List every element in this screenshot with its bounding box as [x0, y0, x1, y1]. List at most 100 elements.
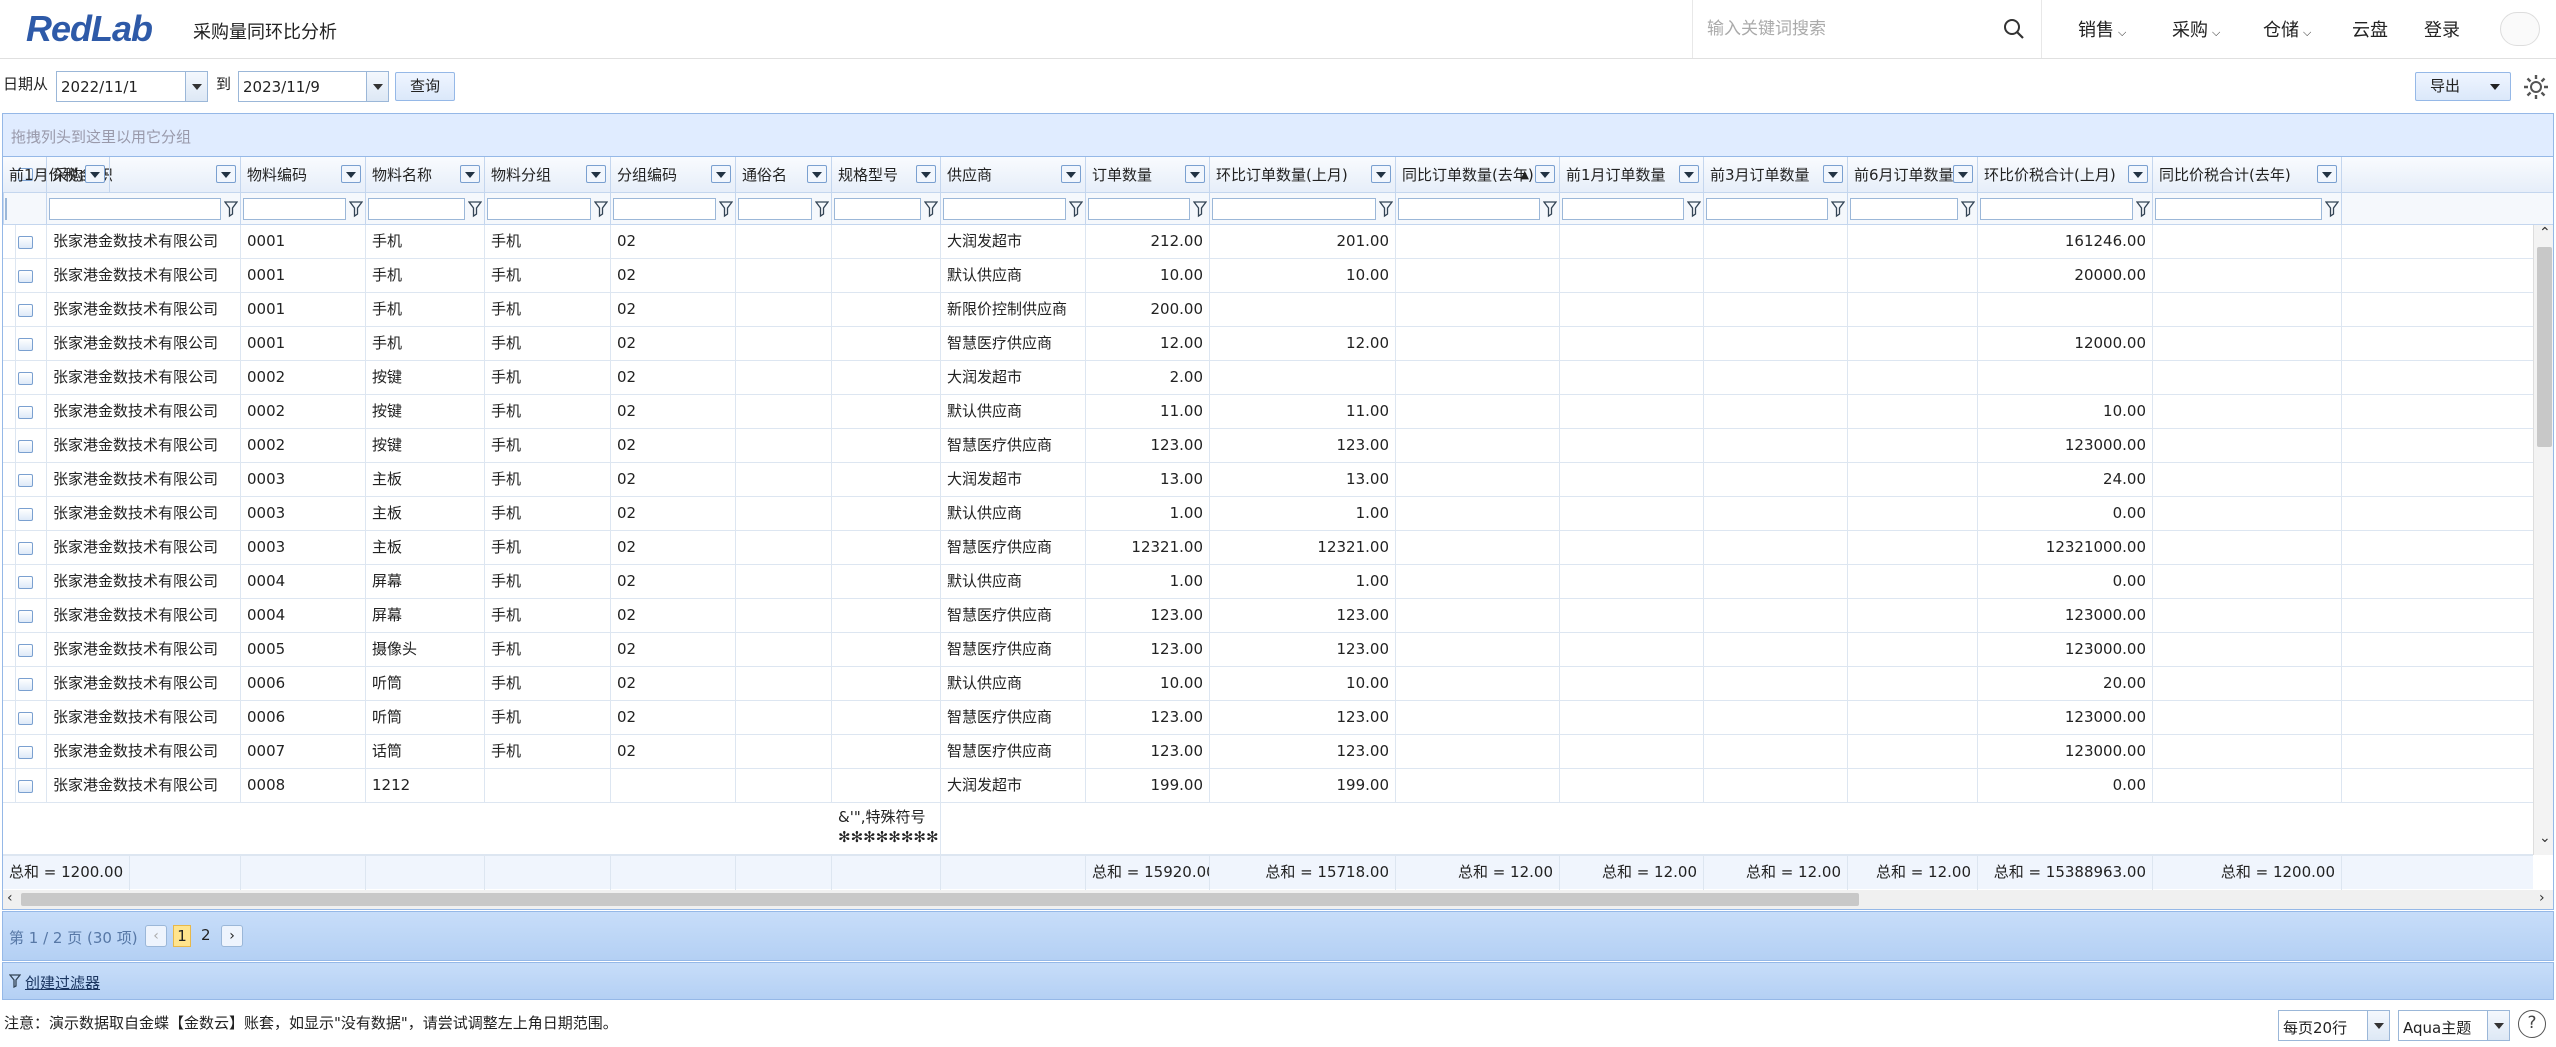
row-checkbox[interactable]	[18, 780, 33, 793]
page-1-button[interactable]: 1	[173, 925, 191, 947]
help-icon[interactable]: ?	[2518, 1010, 2546, 1038]
filter-icon[interactable]	[2136, 200, 2150, 218]
column-filter-input[interactable]	[1562, 198, 1684, 220]
table-row[interactable]: 张家港金数技术有限公司 0006 听筒 手机 02 默认供应商 10.00 10.00 20.0…	[3, 667, 2533, 701]
table-row[interactable]: &'",特殊符号 ✻✻✻✻✻✻✻✻	[3, 803, 2533, 855]
search-icon[interactable]	[2001, 16, 2027, 42]
scroll-up-icon[interactable]: ⌃	[2539, 225, 2551, 241]
vertical-scrollbar[interactable]: ⌃ ⌄	[2533, 225, 2553, 855]
column-menu-button[interactable]	[1679, 165, 1699, 183]
row-checkbox[interactable]	[18, 270, 33, 283]
table-row[interactable]: 张家港金数技术有限公司 0003 主板 手机 02 默认供应商 1.00 1.00 0.00	[3, 497, 2533, 531]
row-checkbox[interactable]	[18, 372, 33, 385]
nav-login[interactable]: 登录	[2424, 16, 2460, 42]
column-header[interactable]: 规格型号	[832, 157, 941, 193]
column-header[interactable]: 环比订单数量(上月)	[1210, 157, 1396, 193]
scroll-right-icon[interactable]: ›	[2539, 890, 2545, 906]
column-menu-button[interactable]	[1535, 165, 1555, 183]
query-button[interactable]: 查询	[395, 72, 455, 101]
scroll-thumb[interactable]	[21, 893, 1859, 906]
column-filter-input[interactable]	[613, 198, 716, 220]
filter-icon[interactable]	[1687, 200, 1701, 218]
filter-icon[interactable]	[224, 200, 238, 218]
filter-icon[interactable]	[594, 200, 608, 218]
column-menu-button[interactable]	[711, 165, 731, 183]
filter-icon[interactable]	[1831, 200, 1845, 218]
chevron-down-icon[interactable]	[2367, 1011, 2389, 1040]
table-row[interactable]: 张家港金数技术有限公司 0003 主板 手机 02 智慧医疗供应商 12321.00 1232…	[3, 531, 2533, 565]
settings-icon[interactable]	[2522, 73, 2550, 101]
avatar[interactable]	[2500, 12, 2540, 46]
row-checkbox[interactable]	[18, 678, 33, 691]
column-filter-input[interactable]	[1706, 198, 1828, 220]
column-menu-button[interactable]	[84, 165, 105, 183]
filter-icon[interactable]	[2325, 200, 2339, 218]
row-checkbox[interactable]	[18, 542, 33, 555]
scroll-left-icon[interactable]: ‹	[7, 890, 13, 906]
column-filter-input[interactable]	[368, 198, 465, 220]
chevron-down-icon[interactable]	[366, 72, 388, 101]
column-header[interactable]: 同比价税合计(去年)	[2153, 157, 2342, 193]
table-row[interactable]: 张家港金数技术有限公司 0002 按键 手机 02 智慧医疗供应商 123.00 123.00…	[3, 429, 2533, 463]
column-menu-button[interactable]	[341, 165, 361, 183]
search-input[interactable]	[1707, 14, 1987, 44]
row-checkbox[interactable]	[18, 474, 33, 487]
column-header[interactable]: 物料分组	[485, 157, 611, 193]
column-header[interactable]: 通俗名	[736, 157, 832, 193]
export-button[interactable]: 导出	[2415, 72, 2511, 101]
row-checkbox[interactable]	[18, 508, 33, 521]
column-menu-button[interactable]	[216, 165, 236, 183]
table-row[interactable]: 张家港金数技术有限公司 0002 按键 手机 02 大润发超市 2.00	[3, 361, 2533, 395]
filter-icon[interactable]	[1961, 200, 1975, 218]
column-header[interactable]: 前6月订单数量	[1848, 157, 1978, 193]
column-filter-input[interactable]	[1850, 198, 1958, 220]
filter-icon[interactable]	[1379, 200, 1393, 218]
column-filter-input[interactable]	[243, 198, 346, 220]
column-menu-button[interactable]	[586, 165, 606, 183]
table-row[interactable]: 张家港金数技术有限公司 0001 手机 手机 02 大润发超市 212.00 201.00 16…	[3, 225, 2533, 259]
row-checkbox[interactable]	[18, 712, 33, 725]
column-header[interactable]: 前1月价税合计	[3, 157, 110, 193]
theme-select[interactable]: Aqua主题	[2398, 1010, 2510, 1041]
scroll-thumb[interactable]	[2537, 247, 2552, 447]
page-2-button[interactable]: 2	[201, 926, 211, 944]
column-header[interactable]: 供应商	[941, 157, 1086, 193]
column-filter-input[interactable]	[1398, 198, 1540, 220]
column-filter-input[interactable]	[1980, 198, 2133, 220]
column-menu-button[interactable]	[1185, 165, 1205, 183]
column-header[interactable]: 物料名称	[366, 157, 485, 193]
table-row[interactable]: 张家港金数技术有限公司 0004 屏幕 手机 02 默认供应商 1.00 1.00 0.00	[3, 565, 2533, 599]
page-size-select[interactable]: 每页20行	[2278, 1010, 2390, 1041]
scroll-down-icon[interactable]: ⌄	[2539, 830, 2551, 846]
column-menu-button[interactable]	[1953, 165, 1973, 183]
chevron-down-icon[interactable]	[2487, 1011, 2509, 1040]
logo[interactable]: RedLab	[26, 8, 153, 50]
column-filter-input[interactable]	[1212, 198, 1376, 220]
row-checkbox[interactable]	[18, 338, 33, 351]
table-row[interactable]: 张家港金数技术有限公司 0005 摄像头 手机 02 智慧医疗供应商 123.00 123.0…	[3, 633, 2533, 667]
table-row[interactable]: 张家港金数技术有限公司 0006 听筒 手机 02 智慧医疗供应商 123.00 123.00…	[3, 701, 2533, 735]
horizontal-scrollbar[interactable]: ‹ ›	[2, 890, 2554, 910]
column-menu-button[interactable]	[2128, 165, 2148, 183]
nav-purchase[interactable]: 采购 ⌵	[2172, 16, 2220, 42]
column-menu-button[interactable]	[1371, 165, 1391, 183]
filter-icon[interactable]	[924, 200, 938, 218]
date-to-picker[interactable]: 2023/11/9	[238, 71, 389, 102]
column-filter-input[interactable]	[49, 198, 221, 220]
filter-icon[interactable]	[719, 200, 733, 218]
table-row[interactable]: 张家港金数技术有限公司 0001 手机 手机 02 智慧医疗供应商 12.00 12.00 12…	[3, 327, 2533, 361]
column-header[interactable]: 前3月订单数量	[1704, 157, 1848, 193]
filter-icon[interactable]	[815, 200, 829, 218]
column-menu-button[interactable]	[2317, 165, 2337, 183]
table-row[interactable]: 张家港金数技术有限公司 0002 按键 手机 02 默认供应商 11.00 11.00 10.0…	[3, 395, 2533, 429]
next-page-button[interactable]: ›	[221, 925, 243, 947]
nav-warehouse[interactable]: 仓储 ⌵	[2263, 16, 2311, 42]
filter-icon[interactable]	[468, 200, 482, 218]
column-filter-input[interactable]	[834, 198, 921, 220]
column-menu-button[interactable]	[1823, 165, 1843, 183]
table-row[interactable]: 张家港金数技术有限公司 0001 手机 手机 02 新限价控制供应商 200.00	[3, 293, 2533, 327]
chevron-down-icon[interactable]	[185, 72, 207, 101]
date-from-picker[interactable]: 2022/11/1	[56, 71, 208, 102]
row-checkbox[interactable]	[18, 644, 33, 657]
column-menu-button[interactable]	[807, 165, 827, 183]
